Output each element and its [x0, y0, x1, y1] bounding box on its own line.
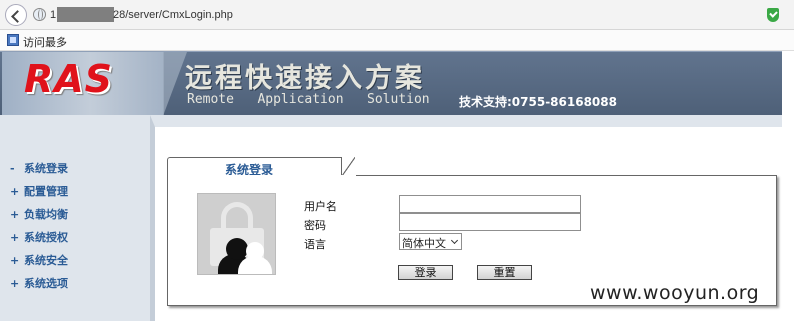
- collapse-icon: -: [10, 162, 15, 175]
- sidebar-item-label: 配置管理: [24, 185, 68, 198]
- sidebar-item-options[interactable]: + 系统选项: [10, 275, 68, 291]
- banner-title-cn: 远程快速接入方案: [185, 63, 425, 94]
- url-redaction: [57, 7, 114, 22]
- language-selected-value: 简体中文: [402, 237, 446, 250]
- bookmark-page-icon: [7, 34, 19, 46]
- sidebar-item-label: 系统安全: [24, 254, 68, 267]
- expand-icon: +: [10, 208, 20, 221]
- back-arrow-icon[interactable]: [5, 4, 27, 26]
- sidebar-item-license[interactable]: + 系统授权: [10, 229, 68, 245]
- banner-divider: [163, 52, 187, 116]
- sidebar-item-config[interactable]: + 配置管理: [10, 183, 68, 199]
- url-prefix[interactable]: 1: [50, 9, 56, 21]
- reset-button[interactable]: 重置: [477, 265, 532, 280]
- expand-icon: +: [10, 231, 20, 244]
- sidebar-item-label: 负载均衡: [24, 208, 68, 221]
- ras-logo: RAS: [24, 57, 114, 101]
- header-banner: RAS 远程快速接入方案 Remote Application Solution…: [0, 51, 782, 116]
- sidebar-item-label: 系统选项: [24, 277, 68, 290]
- sidebar-item-label: 系统登录: [24, 162, 68, 175]
- user-head-light: [246, 242, 264, 260]
- login-button[interactable]: 登录: [398, 265, 453, 280]
- expand-icon: +: [10, 277, 20, 290]
- sidebar-item-security[interactable]: + 系统安全: [10, 252, 68, 268]
- sidebar-item-load-balance[interactable]: + 负载均衡: [10, 206, 68, 222]
- url-text[interactable]: 28/server/CmxLogin.php: [113, 9, 233, 21]
- shield-icon[interactable]: [767, 8, 779, 22]
- language-select[interactable]: 简体中文: [399, 233, 462, 250]
- favorites-most-visited-link[interactable]: 访问最多: [23, 34, 67, 50]
- password-input[interactable]: [399, 213, 581, 231]
- username-label: 用户名: [304, 200, 337, 213]
- username-input[interactable]: [399, 195, 581, 213]
- address-bar: 1 28/server/CmxLogin.php: [0, 0, 794, 30]
- login-tab: 系统登录: [167, 157, 355, 177]
- language-label: 语言: [304, 238, 326, 251]
- logo-area: RAS: [2, 52, 164, 116]
- support-phone: 技术支持:0755-86168088: [459, 95, 617, 109]
- sidebar-item-label: 系统授权: [24, 231, 68, 244]
- banner-title-en: Remote Application Solution: [187, 92, 430, 107]
- user-head-dark: [226, 238, 248, 260]
- expand-icon: +: [10, 185, 20, 198]
- globe-icon: [33, 8, 46, 21]
- favorites-bar: 访问最多: [0, 30, 794, 51]
- watermark: www.wooyun.org: [590, 282, 760, 304]
- sidebar-item-system-login[interactable]: - 系统登录: [10, 160, 68, 176]
- lock-users-icon: [197, 193, 276, 275]
- tab-joint: [168, 175, 356, 177]
- expand-icon: +: [10, 254, 20, 267]
- password-label: 密码: [304, 219, 326, 232]
- chevron-down-icon: [450, 236, 459, 245]
